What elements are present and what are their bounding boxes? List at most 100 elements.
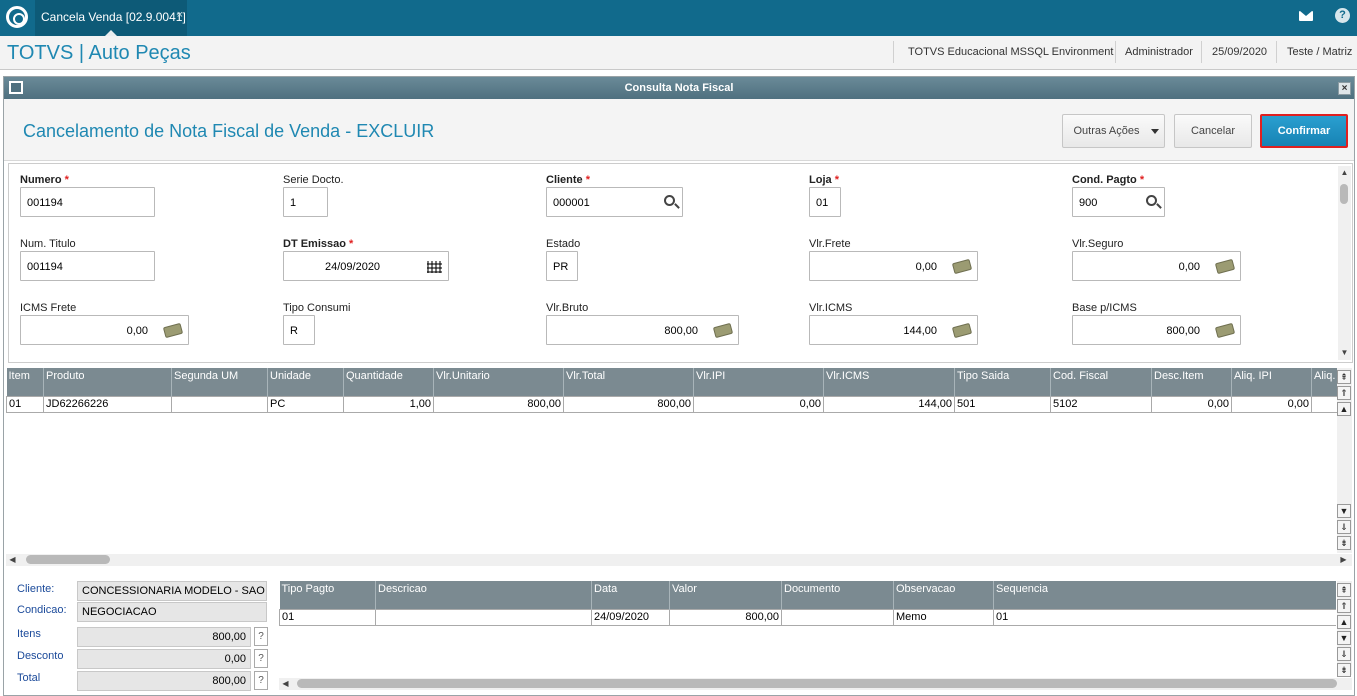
items-column-header[interactable]: Produto (43, 368, 172, 396)
payments-table-cell[interactable] (375, 608, 592, 626)
scroll-thumb[interactable] (26, 555, 110, 564)
last-record-icon[interactable]: ⇟ (1337, 663, 1351, 677)
payments-column-header[interactable]: Sequencia (993, 581, 1336, 609)
cond-pagto-field[interactable]: 900 (1072, 187, 1165, 217)
payments-column-header[interactable]: Data (591, 581, 670, 609)
money-icon[interactable] (1214, 258, 1236, 275)
scroll-left-icon[interactable]: ◀ (6, 553, 19, 566)
company-label[interactable]: Teste / Matriz (1287, 46, 1352, 58)
items-table-cell[interactable]: 01 (6, 395, 44, 413)
numero-field[interactable]: 001194 (20, 187, 155, 217)
serie-field[interactable]: 1 (283, 187, 328, 217)
payments-table-cell[interactable]: Memo (893, 608, 994, 626)
user-label[interactable]: Administrador (1125, 46, 1193, 58)
items-table-cell[interactable]: 501 (954, 395, 1051, 413)
money-icon[interactable] (951, 322, 973, 339)
cliente-field[interactable]: 000001 (546, 187, 683, 217)
items-column-header[interactable]: Aliq. (1311, 368, 1337, 396)
items-table-cell[interactable]: 0,00 (1151, 395, 1232, 413)
first-record-icon[interactable]: ⇞ (1337, 583, 1351, 597)
payments-table-cell[interactable]: 800,00 (669, 608, 782, 626)
help-button[interactable]: ? (254, 671, 268, 690)
scroll-right-icon[interactable]: ▶ (1337, 553, 1350, 566)
first-record-icon[interactable]: ⇞ (1337, 370, 1351, 384)
items-table-cell[interactable]: 1,00 (343, 395, 434, 413)
scroll-left-icon[interactable]: ◀ (279, 677, 292, 690)
items-table-row[interactable]: 01 JD62266226 PC 1,00 800,00 800,00 0,00 144,00… (6, 395, 1337, 413)
items-column-header[interactable]: Tipo Saida (954, 368, 1051, 396)
scroll-thumb[interactable] (1340, 184, 1348, 204)
payments-table-cell[interactable]: 01 (279, 608, 376, 626)
payments-column-header[interactable]: Descricao (375, 581, 592, 609)
search-icon[interactable] (664, 195, 675, 206)
vlr-bruto-field[interactable]: 800,00 (546, 315, 739, 345)
outras-acoes-button[interactable]: Outras Ações (1062, 114, 1165, 148)
items-table-cell[interactable]: 144,00 (823, 395, 955, 413)
tipo-consumi-field[interactable]: R (283, 315, 315, 345)
previous-record-icon[interactable]: ▲ (1337, 615, 1351, 629)
items-table-cell[interactable]: 5102 (1050, 395, 1152, 413)
loja-field[interactable]: 01 (809, 187, 841, 217)
fields-scrollbar[interactable]: ▲ ▼ (1338, 166, 1351, 360)
items-column-header[interactable]: Item (6, 368, 44, 396)
money-icon[interactable] (712, 322, 734, 339)
vlr-icms-field[interactable]: 144,00 (809, 315, 978, 345)
estado-field[interactable]: PR (546, 251, 578, 281)
help-icon[interactable]: ? (1335, 8, 1350, 23)
environment-label[interactable]: TOTVS Educacional MSSQL Environment (908, 46, 1113, 58)
items-column-header[interactable]: Segunda UM (171, 368, 268, 396)
money-icon[interactable] (951, 258, 973, 275)
num-titulo-field[interactable]: 001194 (20, 251, 155, 281)
items-table-cell[interactable] (1311, 395, 1337, 413)
items-column-header[interactable]: Vlr.Total (563, 368, 694, 396)
items-table-cell[interactable]: 800,00 (563, 395, 694, 413)
items-column-header[interactable]: Cod. Fiscal (1050, 368, 1152, 396)
help-button[interactable]: ? (254, 649, 268, 668)
search-icon[interactable] (1146, 195, 1157, 206)
icms-frete-field[interactable]: 0,00 (20, 315, 189, 345)
payments-table-row[interactable]: 01 24/09/2020 800,00 Memo 01 (279, 608, 1336, 626)
items-horizontal-scrollbar[interactable]: ◀ ▶ (6, 554, 1352, 566)
next-record-icon[interactable]: ▼ (1337, 504, 1351, 518)
page-down-icon[interactable]: ⇓ (1337, 520, 1351, 534)
items-table-cell[interactable]: PC (267, 395, 344, 413)
money-icon[interactable] (1214, 322, 1236, 339)
base-icms-field[interactable]: 800,00 (1072, 315, 1241, 345)
money-icon[interactable] (162, 322, 184, 339)
dt-emissao-field[interactable]: 24/09/2020 (283, 251, 449, 281)
items-column-header[interactable]: Unidade (267, 368, 344, 396)
page-down-icon[interactable]: ⇓ (1337, 647, 1351, 661)
items-column-header[interactable]: Quantidade (343, 368, 434, 396)
payments-horizontal-scrollbar[interactable]: ◀ (279, 678, 1352, 690)
help-button[interactable]: ? (254, 627, 268, 646)
payments-column-header[interactable]: Valor (669, 581, 782, 609)
calendar-icon[interactable] (427, 261, 442, 273)
previous-record-icon[interactable]: ▲ (1337, 402, 1351, 416)
vlr-frete-field[interactable]: 0,00 (809, 251, 978, 281)
page-up-icon[interactable]: ⇑ (1337, 386, 1351, 400)
items-table-cell[interactable]: 800,00 (433, 395, 564, 413)
last-record-icon[interactable]: ⇟ (1337, 536, 1351, 550)
totvs-logo-icon[interactable] (6, 6, 28, 28)
tab-cancela-venda[interactable]: Cancela Venda [02.9.0041] × (35, 0, 187, 36)
items-column-header[interactable]: Vlr.ICMS (823, 368, 955, 396)
scroll-thumb[interactable] (297, 679, 1337, 688)
items-table-cell[interactable]: 0,00 (693, 395, 824, 413)
items-column-header[interactable]: Vlr.Unitario (433, 368, 564, 396)
payments-column-header[interactable]: Observacao (893, 581, 994, 609)
items-table-cell[interactable]: 0,00 (1231, 395, 1312, 413)
dialog-close-button[interactable]: × (1338, 82, 1351, 95)
items-column-header[interactable]: Vlr.IPI (693, 368, 824, 396)
vlr-seguro-field[interactable]: 0,00 (1072, 251, 1241, 281)
items-table-cell[interactable]: JD62266226 (43, 395, 172, 413)
payments-column-header[interactable]: Documento (781, 581, 894, 609)
items-column-header[interactable]: Aliq. IPI (1231, 368, 1312, 396)
next-record-icon[interactable]: ▼ (1337, 631, 1351, 645)
scroll-up-icon[interactable]: ▲ (1338, 166, 1351, 179)
items-table-cell[interactable] (171, 395, 268, 413)
payments-table-cell[interactable]: 01 (993, 608, 1336, 626)
payments-table-cell[interactable]: 24/09/2020 (591, 608, 670, 626)
cancelar-button[interactable]: Cancelar (1174, 114, 1252, 148)
date-label[interactable]: 25/09/2020 (1212, 46, 1267, 58)
tab-close-icon[interactable]: × (177, 9, 183, 21)
